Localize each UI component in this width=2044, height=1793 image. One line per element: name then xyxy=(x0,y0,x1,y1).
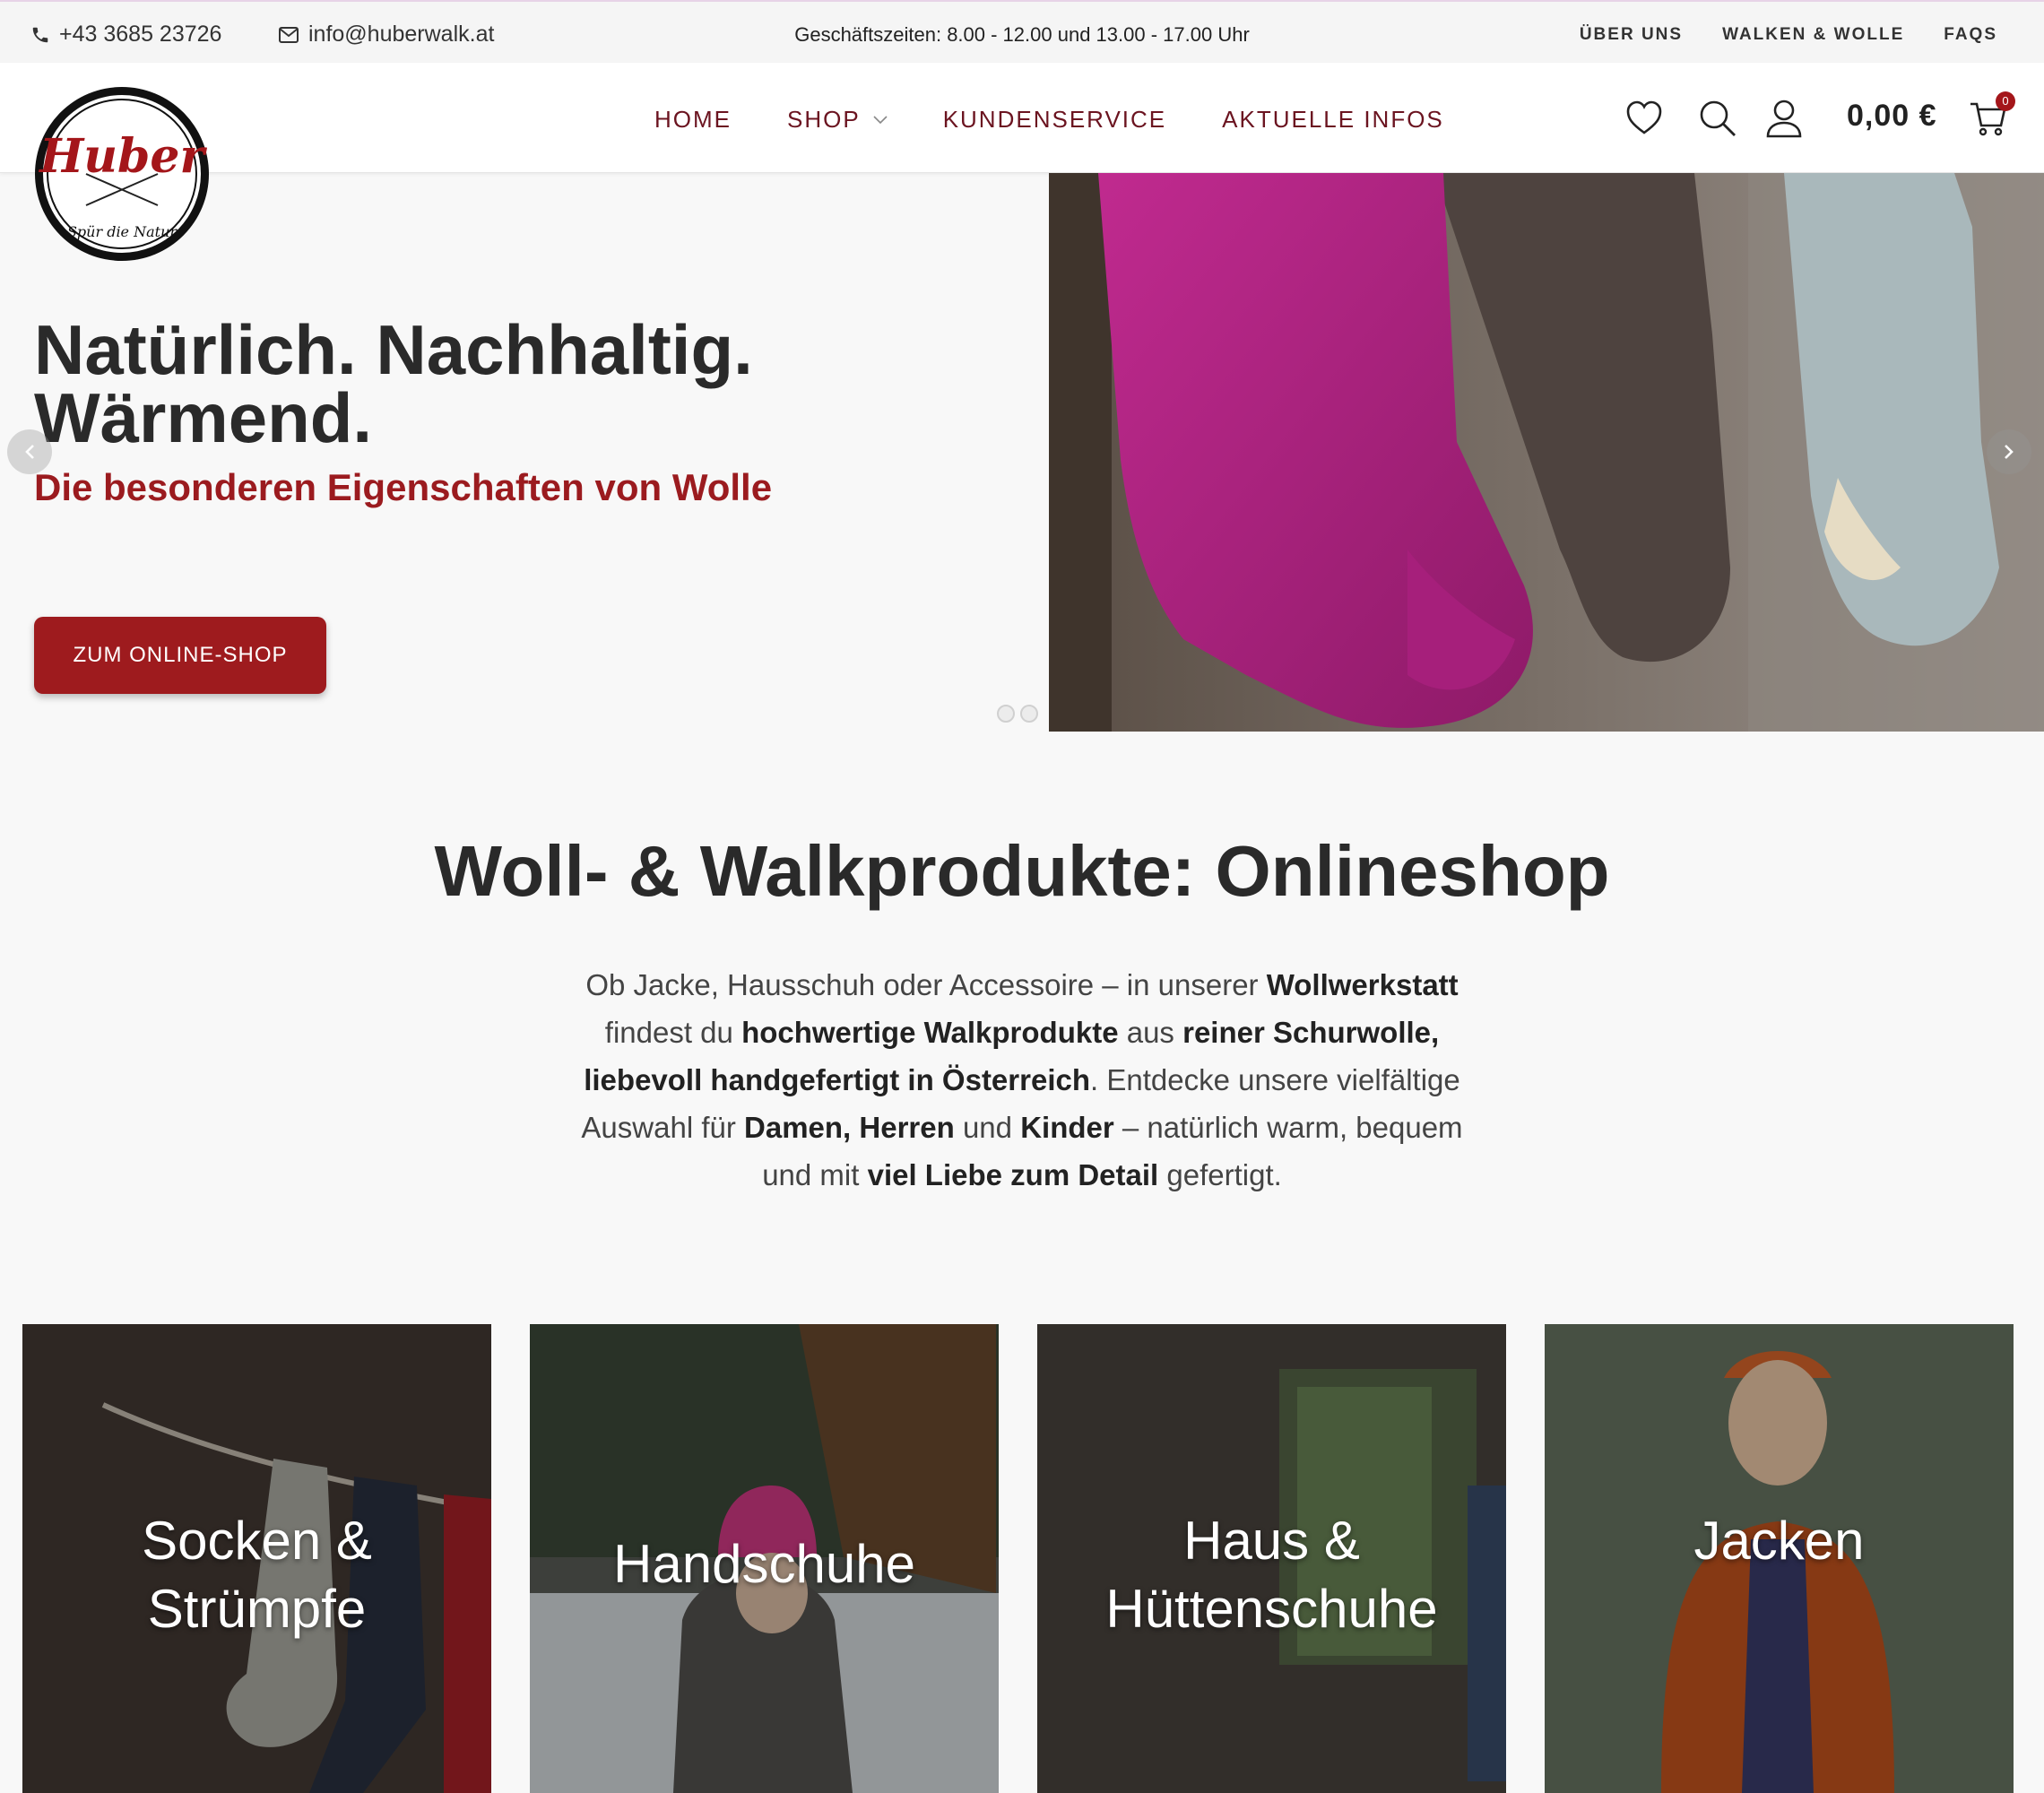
hero-title-line2: Wärmend. xyxy=(34,378,373,457)
category-label-hausschuhe-line1: Haus & xyxy=(1183,1511,1360,1571)
nav-kundenservice[interactable]: KUNDENSERVICE xyxy=(943,106,1166,134)
hero-title-line1: Natürlich. Nachhaltig. xyxy=(34,310,753,389)
category-label-handschuhe: Handschuhe xyxy=(530,1530,999,1598)
desc-bold-5: Kinder xyxy=(1020,1111,1114,1144)
nav-aktuelle-infos-label: AKTUELLE INFOS xyxy=(1222,106,1444,133)
nav-shop[interactable]: SHOP xyxy=(787,106,888,134)
hero-subtitle: Die besonderen Eigenschaften von Wolle xyxy=(34,466,773,508)
slider-dot-1[interactable] xyxy=(997,705,1015,723)
category-label-handschuhe-line1: Handschuhe xyxy=(613,1534,915,1594)
hero-mittens-photo xyxy=(1049,173,2044,732)
desc-bold-1: Wollwerkstatt xyxy=(1266,968,1459,1001)
search-icon[interactable] xyxy=(1698,99,1737,138)
category-card-jacken[interactable]: Jacken xyxy=(1545,1324,2014,1793)
slider-dot-2[interactable] xyxy=(1020,705,1038,723)
main-header: HOME SHOP KUNDENSERVICE AKTUELLE INFOS 0… xyxy=(0,63,2044,173)
svg-text:Spür die Natur: Spür die Natur xyxy=(67,223,178,240)
section-description: Ob Jacke, Hausschuh oder Accessoire – in… xyxy=(574,961,1470,1199)
top-bar: +43 3685 23726 info@huberwalk.at Geschäf… xyxy=(0,0,2044,63)
category-label-hausschuhe: Haus & Hüttenschuhe xyxy=(1037,1507,1506,1643)
desc-bold-6: viel Liebe zum Detail xyxy=(867,1158,1159,1191)
slider-dots xyxy=(997,705,1038,723)
category-card-handschuhe[interactable]: Handschuhe xyxy=(530,1324,999,1793)
hero-image xyxy=(1049,173,2044,732)
online-shop-button[interactable]: ZUM ONLINE-SHOP xyxy=(34,617,326,694)
category-label-jacken: Jacken xyxy=(1545,1507,2014,1575)
desc-bold-4: Damen, Herren xyxy=(744,1111,955,1144)
section-title: Woll- & Walkprodukte: Onlineshop xyxy=(434,831,1610,911)
desc-text-2: findest du xyxy=(604,1016,742,1049)
category-label-socken: Socken & Strümpfe xyxy=(22,1507,491,1643)
category-card-socken[interactable]: Socken & Strümpfe xyxy=(22,1324,491,1793)
desc-text-7: gefertigt. xyxy=(1158,1158,1282,1191)
user-icon[interactable] xyxy=(1764,99,1804,138)
brand-logo[interactable]: Huber Spür die Natur xyxy=(32,84,212,264)
slider-next-arrow[interactable] xyxy=(1987,429,2031,474)
main-nav: HOME SHOP KUNDENSERVICE AKTUELLE INFOS xyxy=(654,106,1444,134)
category-label-hausschuhe-line2: Hüttenschuhe xyxy=(1105,1579,1438,1639)
logo-emblem: Huber Spür die Natur xyxy=(35,87,209,261)
cart-count-badge: 0 xyxy=(1996,91,2015,111)
nav-aktuelle-infos[interactable]: AKTUELLE INFOS xyxy=(1222,106,1444,134)
desc-text-1: Ob Jacke, Hausschuh oder Accessoire – in… xyxy=(585,968,1267,1001)
nav-kundenservice-label: KUNDENSERVICE xyxy=(942,106,1167,133)
category-label-socken-line2: Strümpfe xyxy=(147,1579,367,1639)
desc-text-5: und xyxy=(954,1111,1021,1144)
top-links: ÜBER UNS WALKEN & WOLLE FAQS xyxy=(1580,25,1997,45)
cart-total[interactable]: 0,00 € xyxy=(1847,99,1937,134)
desc-bold-2: hochwertige Walkprodukte xyxy=(741,1016,1119,1049)
chevron-down-icon xyxy=(873,115,888,124)
slider-prev-arrow[interactable] xyxy=(7,429,52,474)
desc-text-3: aus xyxy=(1118,1016,1183,1049)
svg-text:Huber: Huber xyxy=(38,129,207,184)
nav-shop-label: SHOP xyxy=(787,106,861,133)
top-link-ueber-uns[interactable]: ÜBER UNS xyxy=(1580,25,1683,45)
chevron-left-icon xyxy=(25,445,34,459)
category-label-jacken-line1: Jacken xyxy=(1693,1511,1865,1571)
top-link-faqs[interactable]: FAQS xyxy=(1944,25,1997,45)
hero-title: Natürlich. Nachhaltig. Wärmend. xyxy=(34,310,753,457)
category-card-hausschuhe[interactable]: Haus & Hüttenschuhe xyxy=(1037,1324,1506,1793)
chevron-right-icon xyxy=(2005,445,2014,459)
heart-icon[interactable] xyxy=(1624,99,1664,138)
top-link-walken-wolle[interactable]: WALKEN & WOLLE xyxy=(1722,25,1904,45)
nav-home[interactable]: HOME xyxy=(654,106,732,134)
category-label-socken-line1: Socken & xyxy=(142,1511,372,1571)
nav-home-label: HOME xyxy=(654,106,732,133)
